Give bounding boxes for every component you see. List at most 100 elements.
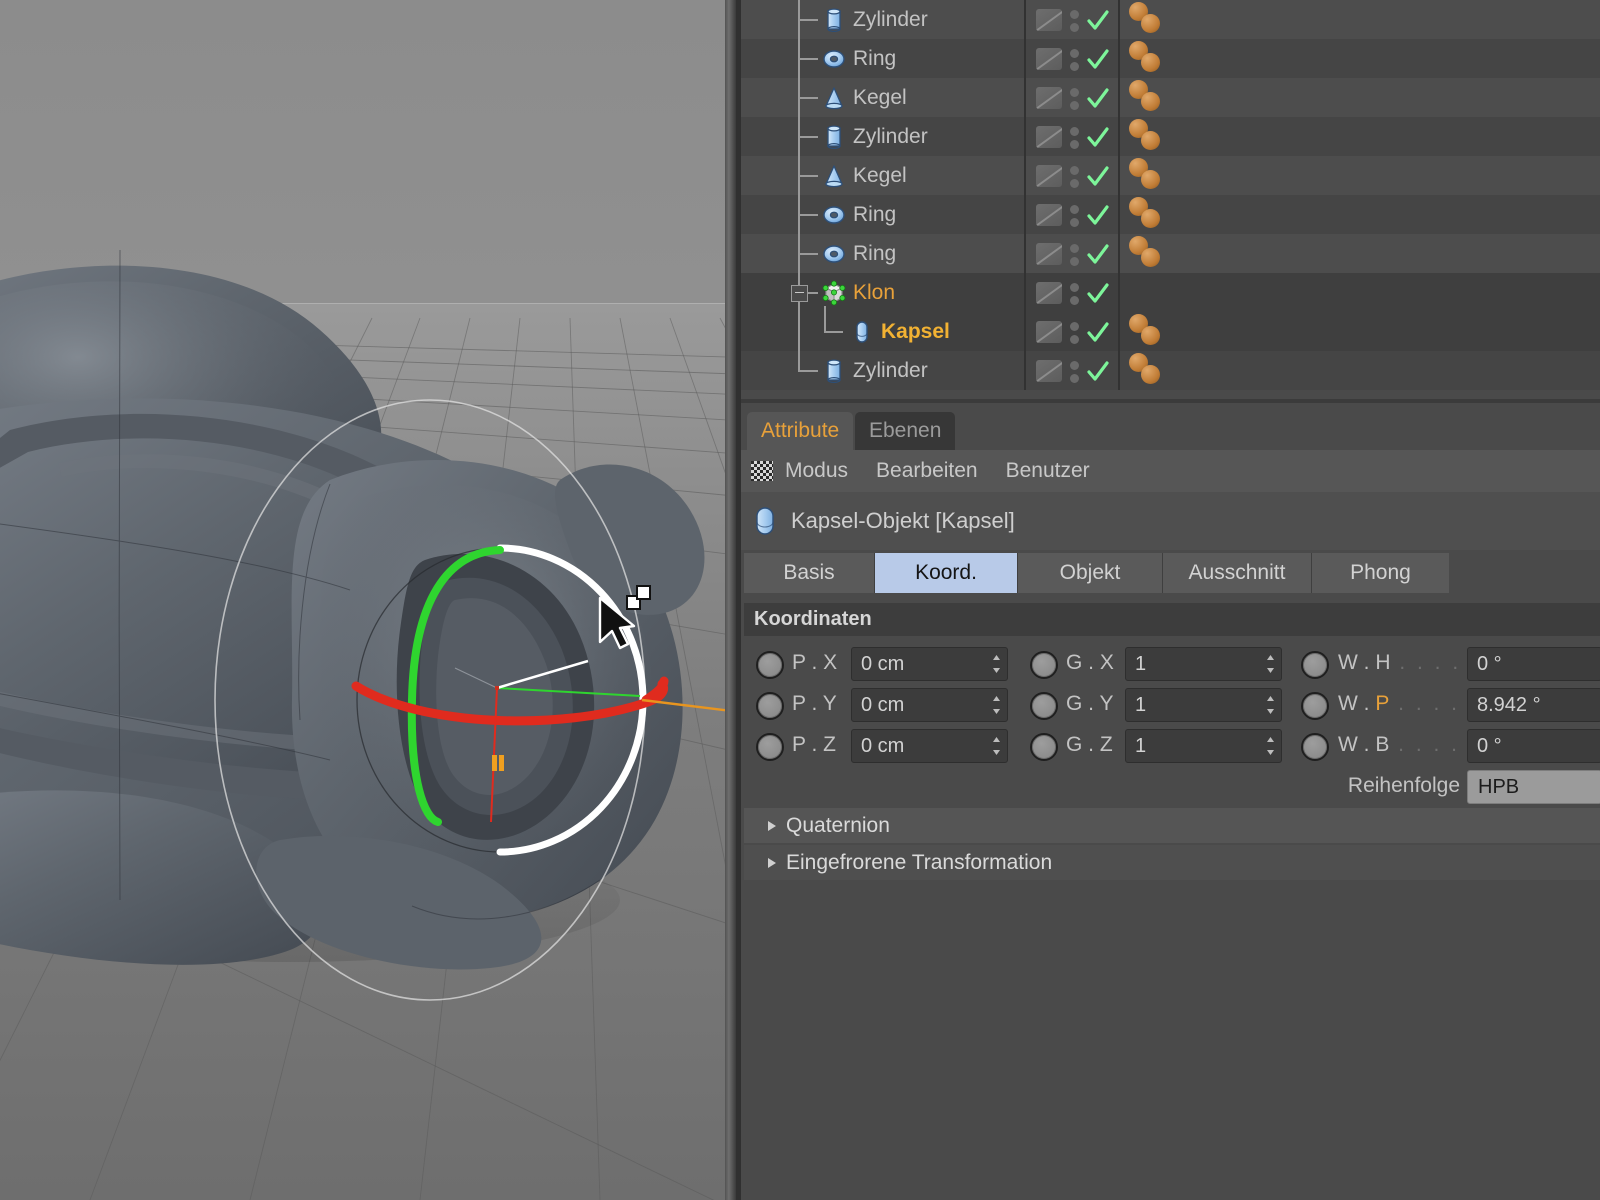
visibility-dots-icon[interactable] xyxy=(1070,322,1079,348)
rotation-input[interactable]: 0 ° xyxy=(1467,729,1600,763)
material-slot-icon[interactable] xyxy=(1036,126,1062,148)
coordinate-input[interactable]: 1 xyxy=(1125,688,1282,722)
enabled-check-icon[interactable] xyxy=(1086,8,1110,32)
object-row[interactable]: Klon xyxy=(741,273,1600,312)
coordinate-input[interactable]: 1 xyxy=(1125,647,1282,681)
tag-icon[interactable] xyxy=(1141,131,1160,150)
enabled-check-icon[interactable] xyxy=(1086,164,1110,188)
coordinate-input[interactable]: 0 cm xyxy=(851,729,1008,763)
object-row[interactable]: Zylinder xyxy=(741,351,1600,390)
group-eingefrorene-transformation[interactable]: Eingefrorene Transformation xyxy=(744,845,1600,880)
enabled-check-icon[interactable] xyxy=(1086,47,1110,71)
stepper-icon[interactable] xyxy=(991,736,1002,756)
visibility-dots-icon[interactable] xyxy=(1070,49,1079,75)
visibility-dots-icon[interactable] xyxy=(1070,10,1079,36)
enabled-check-icon[interactable] xyxy=(1086,125,1110,149)
enabled-check-icon[interactable] xyxy=(1086,359,1110,383)
coordinate-toggle-radio[interactable] xyxy=(756,651,784,679)
visibility-dots-icon[interactable] xyxy=(1070,88,1079,114)
stepper-icon[interactable] xyxy=(991,695,1002,715)
enabled-check-icon[interactable] xyxy=(1086,242,1110,266)
stepper-icon[interactable] xyxy=(1265,654,1276,674)
object-tree-cell: Klon xyxy=(741,273,1024,312)
material-slot-icon[interactable] xyxy=(1036,9,1062,31)
visibility-dots-icon[interactable] xyxy=(1070,361,1079,387)
stepper-icon[interactable] xyxy=(1265,695,1276,715)
subtab-ausschnitt[interactable]: Ausschnitt xyxy=(1163,553,1312,593)
subtab-basis[interactable]: Basis xyxy=(744,553,875,593)
chevron-right-icon xyxy=(768,821,776,831)
coordinate-toggle-radio[interactable] xyxy=(756,692,784,720)
tab-attribute[interactable]: Attribute xyxy=(747,412,854,450)
tag-icon[interactable] xyxy=(1141,14,1160,33)
coordinate-toggle-radio[interactable] xyxy=(1030,692,1058,720)
coordinate-value: 1 xyxy=(1135,735,1147,757)
subtab-koord[interactable]: Koord. xyxy=(875,553,1018,593)
visibility-dots-icon[interactable] xyxy=(1070,127,1079,153)
enabled-check-icon[interactable] xyxy=(1086,86,1110,110)
coordinate-toggle-radio[interactable] xyxy=(1030,651,1058,679)
material-slot-icon[interactable] xyxy=(1036,282,1062,304)
panel-splitter[interactable] xyxy=(725,0,736,1200)
subtab-objekt[interactable]: Objekt xyxy=(1018,553,1163,593)
coordinate-value: 0 cm xyxy=(861,694,905,716)
object-row[interactable]: Ring xyxy=(741,39,1600,78)
menu-bearbeiten[interactable]: Bearbeiten xyxy=(876,459,978,483)
enabled-check-icon[interactable] xyxy=(1086,203,1110,227)
coordinate-toggle-radio[interactable] xyxy=(1301,651,1329,679)
expand-collapse-icon[interactable] xyxy=(791,285,808,302)
rotation-input[interactable]: 0 ° xyxy=(1467,647,1600,681)
viewport-3d[interactable] xyxy=(0,0,725,1200)
material-slot-icon[interactable] xyxy=(1036,360,1062,382)
enabled-check-icon[interactable] xyxy=(1086,281,1110,305)
coordinate-toggle-radio[interactable] xyxy=(1301,692,1329,720)
material-slot-icon[interactable] xyxy=(1036,321,1062,343)
tag-icon[interactable] xyxy=(1141,365,1160,384)
visibility-dots-icon[interactable] xyxy=(1070,205,1079,231)
object-tags-cell xyxy=(1118,78,1600,117)
tag-icon[interactable] xyxy=(1141,209,1160,228)
menu-benutzer[interactable]: Benutzer xyxy=(1006,459,1090,483)
tag-icon[interactable] xyxy=(1141,53,1160,72)
coordinate-input[interactable]: 0 cm xyxy=(851,647,1008,681)
coordinate-toggle-radio[interactable] xyxy=(1301,733,1329,761)
object-tree-cell: Zylinder xyxy=(741,0,1024,39)
coordinate-label: G . X xyxy=(1066,651,1114,674)
object-row[interactable]: Zylinder xyxy=(741,117,1600,156)
tab-ebenen[interactable]: Ebenen xyxy=(855,412,956,450)
material-slot-icon[interactable] xyxy=(1036,165,1062,187)
menu-modus[interactable]: Modus xyxy=(785,459,848,483)
grip-icon[interactable] xyxy=(751,461,773,481)
tag-icon[interactable] xyxy=(1141,92,1160,111)
object-row[interactable]: Ring xyxy=(741,195,1600,234)
group-quaternion[interactable]: Quaternion xyxy=(744,808,1600,843)
material-slot-icon[interactable] xyxy=(1036,243,1062,265)
tag-icon[interactable] xyxy=(1141,326,1160,345)
visibility-dots-icon[interactable] xyxy=(1070,244,1079,270)
enabled-check-icon[interactable] xyxy=(1086,320,1110,344)
coordinate-toggle-radio[interactable] xyxy=(1030,733,1058,761)
rotation-input[interactable]: 8.942 ° xyxy=(1467,688,1600,722)
object-row[interactable]: Ring xyxy=(741,234,1600,273)
tag-icon[interactable] xyxy=(1141,170,1160,189)
visibility-dots-icon[interactable] xyxy=(1070,166,1079,192)
object-row[interactable]: Kapsel xyxy=(741,306,1600,351)
subtab-phong[interactable]: Phong xyxy=(1312,553,1449,593)
coordinate-input[interactable]: 0 cm xyxy=(851,688,1008,722)
material-slot-icon[interactable] xyxy=(1036,204,1062,226)
object-manager[interactable]: Zylinder Ring Kegel Zylinder Kegel Ring xyxy=(741,0,1600,399)
material-slot-icon[interactable] xyxy=(1036,87,1062,109)
object-row[interactable]: Zylinder xyxy=(741,0,1600,39)
tag-icon[interactable] xyxy=(1141,248,1160,267)
cylinder-icon xyxy=(821,358,847,384)
coordinate-input[interactable]: 1 xyxy=(1125,729,1282,763)
object-tree-cell: Kapsel xyxy=(741,306,1024,351)
coordinate-toggle-radio[interactable] xyxy=(756,733,784,761)
object-row[interactable]: Kegel xyxy=(741,156,1600,195)
material-slot-icon[interactable] xyxy=(1036,48,1062,70)
stepper-icon[interactable] xyxy=(1265,736,1276,756)
rotation-order-dropdown[interactable]: HPB xyxy=(1467,770,1600,804)
stepper-icon[interactable] xyxy=(991,654,1002,674)
visibility-dots-icon[interactable] xyxy=(1070,283,1079,309)
object-row[interactable]: Kegel xyxy=(741,78,1600,117)
